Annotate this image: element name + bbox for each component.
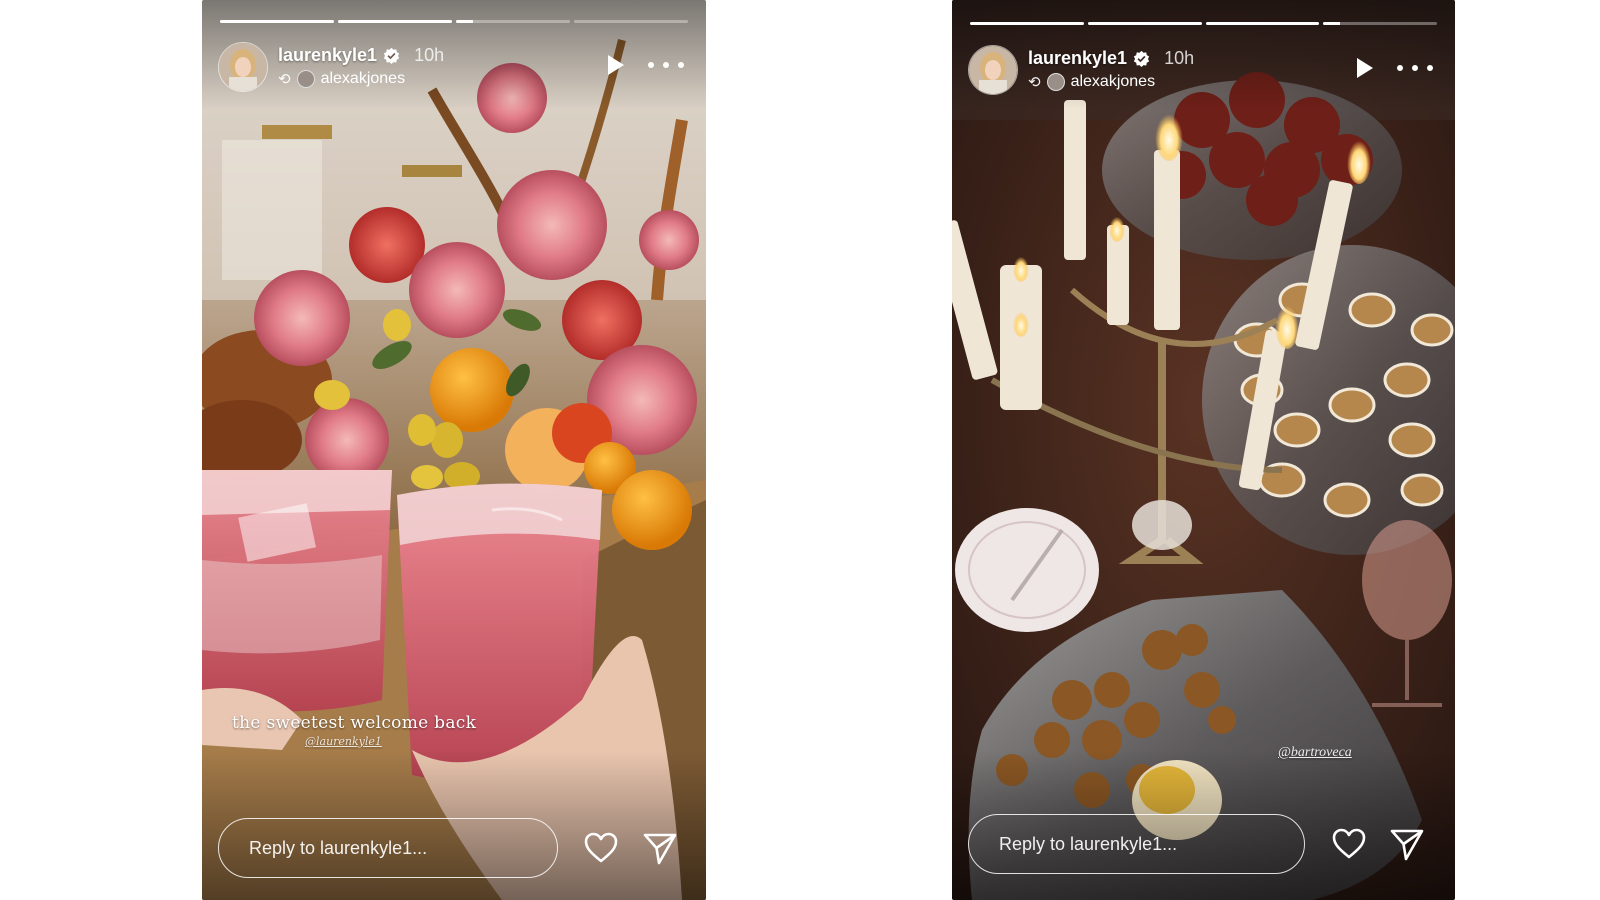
progress-segment-1 [220, 20, 334, 23]
progress-fill [338, 20, 452, 23]
story-header: laurenkyle1 10h ⟲ alexakjones [968, 45, 1439, 99]
story-header: laurenkyle1 10h ⟲ alexakjones [218, 42, 690, 96]
post-time: 10h [414, 44, 445, 65]
story-caption: the sweetest welcome back [232, 713, 477, 733]
reply-input[interactable]: Reply to laurenkyle1... [218, 818, 558, 878]
repost-avatar [1046, 73, 1065, 91]
story-card-1[interactable]: laurenkyle1 10h ⟲ alexakjones the sweete… [202, 0, 706, 900]
story-footer: Reply to laurenkyle1... [218, 818, 690, 882]
progress-fill [220, 20, 334, 23]
username[interactable]: laurenkyle1 [278, 45, 377, 66]
more-options-icon[interactable] [1397, 55, 1433, 81]
avatar[interactable] [218, 42, 268, 92]
progress-segment-4 [1323, 22, 1437, 25]
story-progress-bar [970, 22, 1437, 25]
play-icon[interactable] [1351, 55, 1377, 81]
more-options-icon[interactable] [648, 52, 684, 78]
progress-segment-3 [1205, 22, 1320, 25]
repost-icon: ⟲ [278, 71, 291, 88]
story-footer: Reply to laurenkyle1... [968, 814, 1439, 882]
repost-icon: ⟲ [1028, 74, 1041, 91]
heart-icon[interactable] [583, 830, 619, 866]
story-card-2[interactable]: laurenkyle1 10h ⟲ alexakjones @bartrovec… [952, 0, 1455, 900]
post-time: 10h [1164, 47, 1195, 68]
username[interactable]: laurenkyle1 [1028, 48, 1127, 69]
caption-mention[interactable]: @laurenkyle1 [305, 735, 382, 748]
progress-fill [456, 20, 474, 23]
progress-segment-2 [1087, 22, 1202, 25]
verified-badge-icon [1133, 50, 1150, 67]
play-icon[interactable] [602, 52, 628, 78]
send-icon[interactable] [642, 830, 678, 866]
reply-placeholder: Reply to laurenkyle1... [999, 833, 1178, 854]
avatar-image [969, 46, 1017, 94]
repost-avatar [296, 70, 315, 88]
story-progress-bar [220, 20, 688, 23]
progress-fill [970, 22, 1084, 25]
send-icon[interactable] [1389, 826, 1425, 862]
reply-input[interactable]: Reply to laurenkyle1... [968, 814, 1305, 874]
progress-segment-2 [338, 20, 452, 23]
progress-fill [1323, 22, 1341, 25]
progress-segment-1 [970, 22, 1084, 25]
reposted-from-username[interactable]: alexakjones [1071, 73, 1156, 91]
progress-segment-3 [456, 20, 570, 23]
reply-placeholder: Reply to laurenkyle1... [249, 837, 428, 858]
photo-mention[interactable]: @bartroveca [1278, 745, 1352, 761]
verified-badge-icon [383, 47, 400, 64]
reposted-from-username[interactable]: alexakjones [321, 70, 406, 88]
progress-segment-4 [574, 20, 688, 23]
progress-fill [1205, 22, 1320, 25]
progress-fill [1087, 22, 1202, 25]
heart-icon[interactable] [1331, 826, 1367, 862]
avatar-image [219, 43, 267, 91]
avatar[interactable] [968, 45, 1018, 95]
